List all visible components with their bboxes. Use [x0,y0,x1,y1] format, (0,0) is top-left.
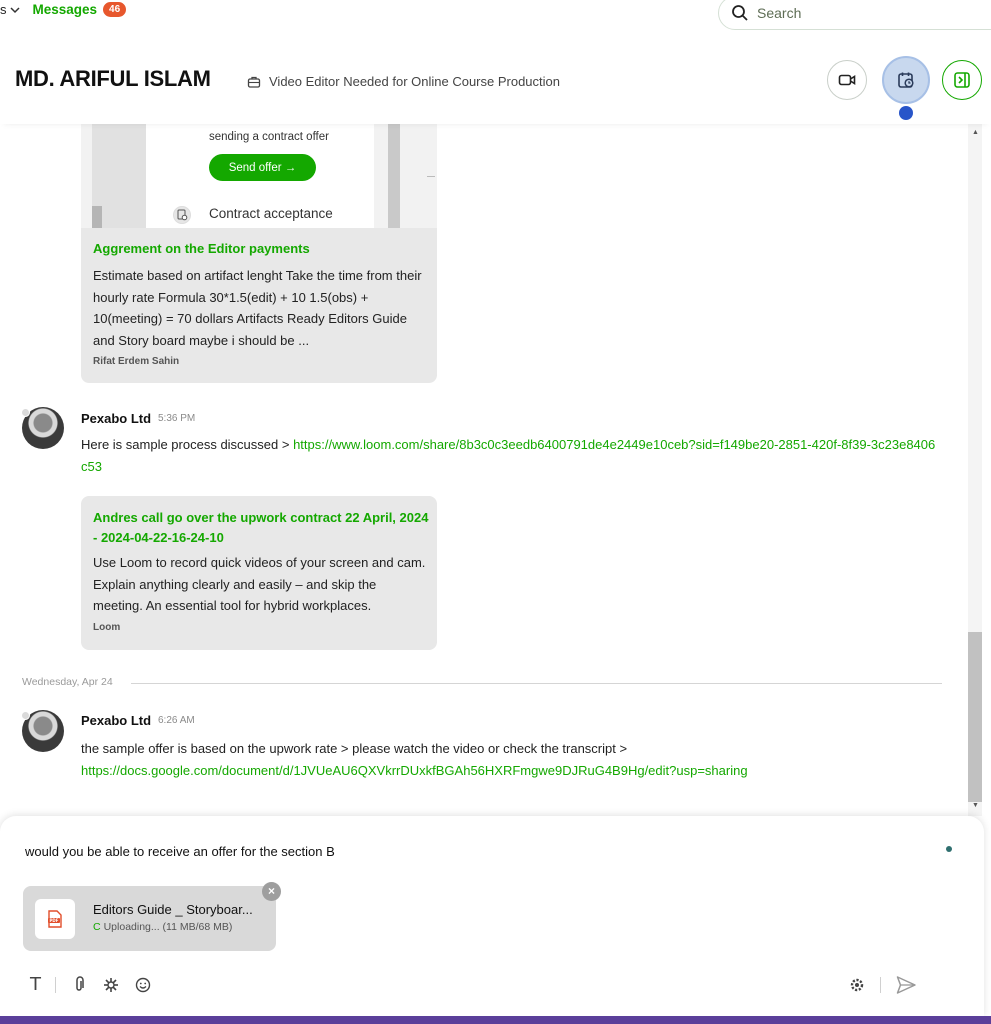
preview-left-bar [92,206,102,228]
text-format-button[interactable]: T [30,974,41,995]
briefcase-icon [247,76,261,88]
preview-right-panel [388,124,400,228]
contract-icon [173,206,191,224]
panel-expand-icon [954,72,970,88]
card-description: Use Loom to record quick videos of your … [93,555,426,614]
toggle-sidebar-button[interactable] [942,60,982,100]
emoji-icon[interactable] [134,976,152,994]
composer-toolbar: T [30,974,166,995]
preview-step-label: Contract acceptance [209,206,333,221]
card-source: Rifat Erdem Sahin [93,356,180,367]
message-body: Here is sample process discussed > [81,437,294,452]
remove-attachment-button[interactable]: × [262,882,281,901]
client-name[interactable]: MD. ARIFUL ISLAM [15,66,211,92]
status-dot [946,846,952,852]
search-icon [732,5,748,21]
message-link[interactable]: https://docs.google.com/document/d/1JVUe… [81,763,748,778]
notification-dot [899,106,913,120]
attachment-name: Editors Guide _ Storyboar... [93,902,253,917]
preview-send-offer-button: Send offer → [209,154,316,181]
chevron-down-icon[interactable] [9,5,21,15]
search-box[interactable]: Search [718,0,991,30]
loom-preview-card[interactable]: Andres call go over the upwork contract … [81,496,437,650]
calendar-clock-icon [898,72,914,88]
svg-text:PDF: PDF [50,918,59,923]
presence-indicator [21,711,30,720]
toolbar-divider [55,976,56,993]
card-title[interactable]: Aggrement on the Editor payments [93,239,310,259]
settings-gear-icon[interactable] [848,976,866,994]
sparkle-icon[interactable] [102,976,120,994]
nav-item-cut[interactable]: s [0,2,7,17]
scroll-down-arrow-icon[interactable]: ▼ [972,802,979,809]
message-text: Here is sample process discussed > https… [81,434,941,478]
attachment-status: C Uploading... (11 MB/68 MB) [93,921,232,933]
nav-left: s Messages 46 [0,2,127,17]
loading-spinner-icon: C [93,921,101,933]
message-time: 5:36 PM [158,413,196,424]
sender-name[interactable]: Pexabo Ltd [81,713,151,728]
date-divider [131,683,942,684]
link-preview-card[interactable]: sending a contract offer Send offer → Co… [81,124,437,383]
footer-bar [0,1016,991,1024]
message-composer: would you be able to receive an offer fo… [0,816,984,1016]
message-text: the sample offer is based on the upwork … [81,738,941,782]
card-title[interactable]: Andres call go over the upwork contract … [93,508,429,548]
conversation-header: MD. ARIFUL ISLAM Video Editor Needed for… [0,36,991,124]
presence-indicator [21,408,30,417]
schedule-meeting-button[interactable] [882,56,930,104]
sender-name[interactable]: Pexabo Ltd [81,411,151,426]
pdf-file-icon: PDF [35,899,75,939]
search-placeholder: Search [757,5,802,21]
send-icon[interactable] [895,974,917,996]
attachment-chip[interactable]: PDF Editors Guide _ Storyboar... C Upload… [23,886,276,951]
message-body: the sample offer is based on the upwork … [81,741,628,756]
paperclip-icon[interactable] [70,975,88,994]
attachment-status-text: Uploading... (11 MB/68 MB) [103,921,233,933]
job-title-text: Video Editor Needed for Online Course Pr… [269,74,560,89]
video-call-button[interactable] [827,60,867,100]
preview-image: sending a contract offer Send offer → Co… [81,124,437,228]
message-input[interactable]: would you be able to receive an offer fo… [25,844,335,859]
send-area [848,974,917,996]
scroll-up-arrow-icon[interactable]: ▲ [972,129,979,136]
nav-messages-link[interactable]: Messages [33,2,98,17]
preview-text: sending a contract offer [209,131,329,143]
message-time: 6:26 AM [158,715,195,726]
messages-count-badge: 46 [103,2,127,17]
date-separator: Wednesday, Apr 24 [22,676,113,688]
job-title-link[interactable]: Video Editor Needed for Online Course Pr… [247,74,560,89]
card-description: Estimate based on artifact lenght Take t… [93,268,422,348]
card-source: Loom [93,622,121,633]
preview-divider [427,176,435,177]
toolbar-divider [880,977,881,993]
video-camera-icon [838,74,856,86]
scrollbar-thumb[interactable] [968,632,982,802]
top-nav: s Messages 46 Search [0,0,991,36]
